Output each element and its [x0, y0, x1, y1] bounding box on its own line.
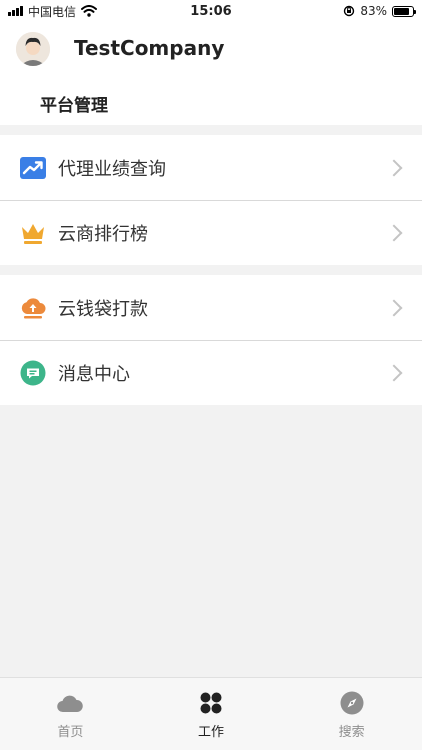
trend-chart-icon: [20, 155, 46, 181]
tab-home[interactable]: 首页: [0, 678, 141, 750]
header: TestCompany 平台管理: [0, 22, 422, 125]
tab-label: 首页: [57, 725, 84, 740]
battery-percent: 83%: [360, 4, 387, 18]
grid-icon: [198, 690, 224, 716]
company-name: TestCompany: [74, 36, 225, 60]
menu-item-label: 云钱袋打款: [58, 298, 148, 320]
wifi-icon: [81, 5, 98, 17]
cloud-icon: [57, 690, 84, 716]
cloud-upload-icon: [20, 295, 46, 321]
section-title: 平台管理: [40, 96, 108, 116]
crown-icon: [20, 220, 46, 246]
tab-work[interactable]: 工作: [141, 678, 282, 750]
chevron-right-icon: [385, 224, 403, 242]
tab-bar: 首页 工作 搜索: [0, 677, 422, 750]
message-icon: [20, 360, 46, 386]
orientation-lock-icon: [344, 5, 355, 17]
chevron-right-icon: [385, 299, 403, 316]
signal-icon: [8, 6, 23, 16]
menu-item-label: 代理业绩查询: [58, 158, 166, 180]
menu-group-1: 代理业绩查询 云商排行榜: [0, 135, 422, 265]
menu-item-label: 云商排行榜: [58, 224, 148, 245]
menu-item-label: 消息中心: [58, 364, 130, 385]
status-bar: 中国电信 15:06 83%: [0, 0, 422, 22]
chevron-right-icon: [385, 159, 403, 176]
battery-icon: [392, 5, 416, 17]
menu-item-message-center[interactable]: 消息中心: [0, 340, 422, 405]
carrier-label: 中国电信: [28, 4, 77, 19]
menu-item-agent-performance[interactable]: 代理业绩查询: [0, 135, 422, 200]
avatar[interactable]: [16, 32, 50, 66]
tab-label: 搜索: [338, 725, 365, 740]
menu-item-ranking[interactable]: 云商排行榜: [0, 200, 422, 265]
tab-label: 工作: [198, 725, 225, 740]
tab-search[interactable]: 搜索: [281, 678, 422, 750]
menu-item-cloud-wallet-payment[interactable]: 云钱袋打款: [0, 275, 422, 340]
compass-icon: [339, 690, 365, 716]
menu-group-2: 云钱袋打款 消息中心: [0, 275, 422, 405]
chevron-right-icon: [385, 364, 403, 382]
